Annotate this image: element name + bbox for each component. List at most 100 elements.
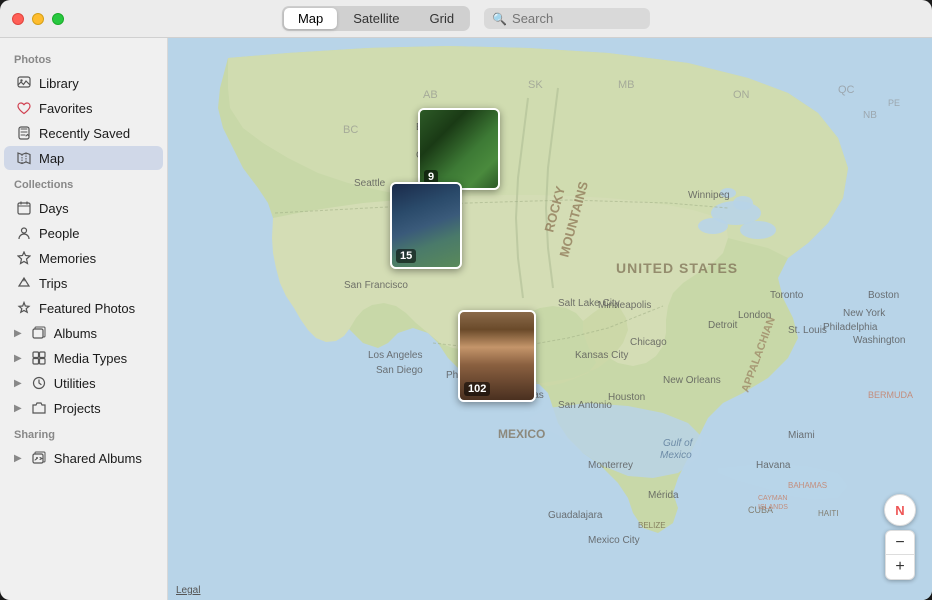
media-types-expand-arrow: ▶	[14, 353, 22, 364]
sidebar-item-map[interactable]: Map	[4, 146, 163, 170]
days-label: Days	[39, 201, 69, 216]
zoom-out-button[interactable]: −	[886, 531, 914, 555]
svg-text:Mexico City: Mexico City	[588, 535, 640, 546]
memories-label: Memories	[39, 251, 96, 266]
portrait-photo-pin[interactable]: 102	[458, 310, 536, 402]
featured-photos-label: Featured Photos	[39, 301, 135, 316]
sidebar-item-utilities[interactable]: ▶ Utilities	[4, 371, 163, 395]
zoom-controls: − +	[885, 530, 915, 580]
coastal-photo-pin[interactable]: 15	[390, 182, 462, 269]
svg-text:BELIZE: BELIZE	[638, 521, 666, 530]
svg-text:Toronto: Toronto	[770, 290, 804, 301]
minimize-button[interactable]	[32, 13, 44, 25]
svg-text:ISLANDS: ISLANDS	[758, 504, 788, 511]
svg-text:Mérida: Mérida	[648, 490, 679, 501]
svg-text:Mexico: Mexico	[660, 450, 692, 461]
sidebar-item-memories[interactable]: Memories	[4, 246, 163, 270]
portrait-pin-count: 102	[464, 382, 490, 396]
people-icon	[16, 225, 32, 241]
svg-text:Havana: Havana	[756, 460, 791, 471]
svg-text:Los Angeles: Los Angeles	[368, 350, 423, 361]
sidebar-item-days[interactable]: Days	[4, 196, 163, 220]
projects-icon	[31, 400, 47, 416]
svg-text:Salt Lake City: Salt Lake City	[558, 298, 620, 309]
svg-text:Washington: Washington	[853, 335, 905, 346]
svg-text:QC: QC	[838, 84, 855, 96]
map-controls: N − +	[884, 494, 916, 580]
svg-text:New York: New York	[843, 308, 886, 319]
albums-label: Albums	[54, 326, 97, 341]
svg-text:SK: SK	[528, 79, 543, 91]
map-view-button[interactable]: Map	[284, 8, 337, 29]
recently-saved-label: Recently Saved	[39, 126, 130, 141]
svg-text:NB: NB	[863, 110, 877, 121]
zoom-in-button[interactable]: +	[886, 555, 914, 579]
sidebar-item-recently-saved[interactable]: Recently Saved	[4, 121, 163, 145]
svg-text:MB: MB	[618, 79, 635, 91]
svg-text:Kansas City: Kansas City	[575, 350, 628, 361]
svg-text:Gulf of: Gulf of	[663, 438, 694, 449]
main-content: Photos Library Favorites	[0, 38, 932, 600]
grid-view-button[interactable]: Grid	[416, 8, 469, 29]
utilities-expand-arrow: ▶	[14, 378, 22, 389]
map-icon	[16, 150, 32, 166]
library-label: Library	[39, 76, 79, 91]
coastal-pin-count: 15	[396, 249, 416, 263]
svg-text:Winnipeg: Winnipeg	[688, 190, 730, 201]
svg-text:Houston: Houston	[608, 392, 645, 403]
library-icon	[16, 75, 32, 91]
sidebar-item-trips[interactable]: Trips	[4, 271, 163, 295]
map-label: Map	[39, 151, 64, 166]
sidebar-item-media-types[interactable]: ▶ Media Types	[4, 346, 163, 370]
svg-text:Seattle: Seattle	[354, 178, 386, 189]
app-window: Map Satellite Grid 🔍 Photos	[0, 0, 932, 600]
maximize-button[interactable]	[52, 13, 64, 25]
svg-text:BC: BC	[343, 124, 358, 136]
shared-albums-label: Shared Albums	[54, 451, 142, 466]
svg-text:UNITED STATES: UNITED STATES	[616, 260, 738, 276]
sidebar-item-library[interactable]: Library	[4, 71, 163, 95]
sidebar-item-people[interactable]: People	[4, 221, 163, 245]
shared-albums-icon	[31, 450, 47, 466]
svg-text:BERMUDA: BERMUDA	[868, 390, 913, 400]
featured-photos-icon	[16, 300, 32, 316]
svg-text:MEXICO: MEXICO	[498, 427, 545, 441]
projects-expand-arrow: ▶	[14, 403, 22, 414]
map-view[interactable]: ROCKY MOUNTAINS UNITED STATES APPALACHIA…	[168, 38, 932, 600]
satellite-view-button[interactable]: Satellite	[339, 8, 413, 29]
svg-text:CAYMAN: CAYMAN	[758, 495, 787, 502]
albums-expand-arrow: ▶	[14, 328, 22, 339]
sidebar-item-featured-photos[interactable]: Featured Photos	[4, 296, 163, 320]
map-background: ROCKY MOUNTAINS UNITED STATES APPALACHIA…	[168, 38, 932, 600]
sidebar-item-favorites[interactable]: Favorites	[4, 96, 163, 120]
utilities-label: Utilities	[54, 376, 96, 391]
search-box[interactable]: 🔍	[484, 8, 650, 29]
memories-icon	[16, 250, 32, 266]
toolbar-center: Map Satellite Grid 🔍	[282, 6, 650, 31]
projects-label: Projects	[54, 401, 101, 416]
titlebar: Map Satellite Grid 🔍	[0, 0, 932, 38]
legal-link[interactable]: Legal	[176, 585, 200, 596]
svg-text:New Orleans: New Orleans	[663, 375, 721, 386]
favorites-icon	[16, 100, 32, 116]
sidebar-item-shared-albums[interactable]: ▶ Shared Albums	[4, 446, 163, 470]
sidebar-item-albums[interactable]: ▶ Albums	[4, 321, 163, 345]
compass-button[interactable]: N	[884, 494, 916, 526]
forest-photo-pin[interactable]: 9	[418, 108, 500, 190]
svg-text:AB: AB	[423, 89, 438, 101]
media-types-icon	[31, 350, 47, 366]
sidebar-item-projects[interactable]: ▶ Projects	[4, 396, 163, 420]
sidebar: Photos Library Favorites	[0, 38, 168, 600]
search-input[interactable]	[512, 11, 642, 26]
view-mode-control: Map Satellite Grid	[282, 6, 470, 31]
shared-albums-expand-arrow: ▶	[14, 453, 22, 464]
svg-text:Monterrey: Monterrey	[588, 460, 633, 471]
albums-icon	[31, 325, 47, 341]
svg-text:HAITI: HAITI	[818, 509, 838, 518]
people-label: People	[39, 226, 79, 241]
sidebar-section-sharing: Sharing	[0, 421, 167, 445]
sidebar-section-photos: Photos	[0, 46, 167, 70]
svg-text:Philadelphia: Philadelphia	[823, 322, 878, 333]
svg-text:Guadalajara: Guadalajara	[548, 510, 603, 521]
close-button[interactable]	[12, 13, 24, 25]
